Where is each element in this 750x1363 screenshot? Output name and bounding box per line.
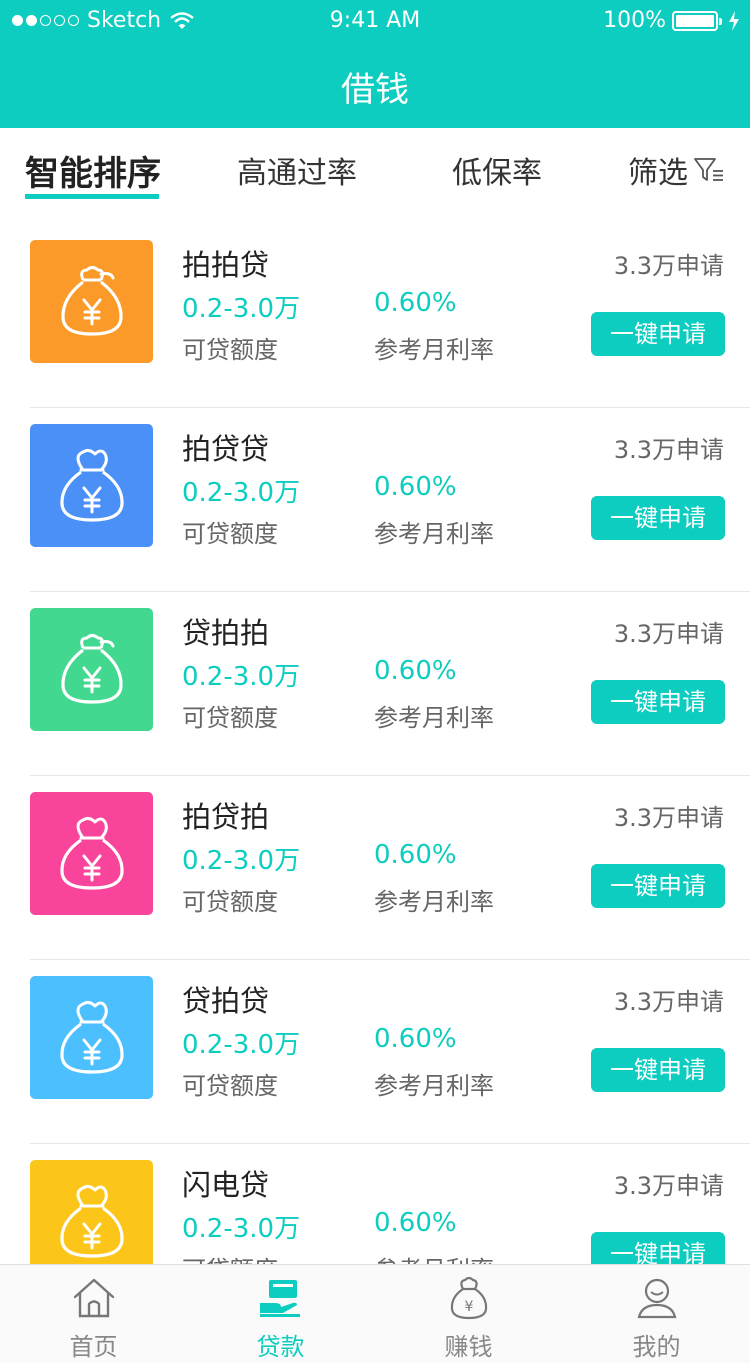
applicant-count: 3.3万申请 [613,804,724,832]
money-bag-icon [60,265,123,336]
loan-rate-label: 参考月利率 [374,888,494,916]
loan-name: 拍拍贷 [182,248,270,282]
loan-amount: 0.2-3.0万 [182,1214,301,1244]
apply-button[interactable]: 一键申请 [591,496,725,540]
battery-percent: 100% [603,8,666,33]
sort-tabs: 智能排序 高通过率 低保率 筛选 [0,128,750,212]
loan-rate: 0.60% [374,288,457,318]
money-bag-icon [60,633,123,704]
loan-rate-label: 参考月利率 [374,336,494,364]
applicant-count: 3.3万申请 [613,988,724,1016]
loan-name: 贷拍贷 [182,984,270,1018]
applicant-count: 3.3万申请 [613,1172,724,1200]
loan-amount-label: 可贷额度 [182,336,278,364]
apply-button[interactable]: 一键申请 [591,312,725,356]
tabbar-home[interactable]: 首页 [0,1265,187,1363]
svg-text:¥: ¥ [464,1299,473,1315]
bottom-tab-bar: 首页 贷款 ¥ 赚钱 我的 [0,1264,750,1363]
loan-rate-label: 参考月利率 [374,1072,494,1100]
loan-rate: 0.60% [374,472,457,502]
loan-amount-label: 可贷额度 [182,1072,278,1100]
loan-name: 贷拍拍 [182,616,270,650]
apply-button[interactable]: 一键申请 [591,864,725,908]
loan-rate-label: 参考月利率 [374,520,494,548]
loan-logo [30,240,153,363]
loan-amount: 0.2-3.0万 [182,846,301,876]
profile-icon [637,1278,676,1319]
loan-rate: 0.60% [374,1208,457,1238]
loan-rate-label: 参考月利率 [374,1250,494,1264]
loan-item[interactable]: 贷拍拍 0.2-3.0万 可贷额度 0.60% 参考月利率 3.3万申请一键申请 [0,592,750,776]
loan-logo [30,424,153,547]
filter-icon[interactable] [693,156,725,184]
tabbar-loan-label: 贷款 [256,1333,305,1361]
charging-icon [729,10,739,31]
loan-rate: 0.60% [374,656,457,686]
loan-item[interactable]: 拍贷贷 0.2-3.0万 可贷额度 0.60% 参考月利率 3.3万申请一键申请 [0,408,750,592]
loan-logo [30,976,153,1099]
money-bag-icon [59,1000,124,1074]
money-bag-icon: ¥ [450,1277,487,1320]
loan-rate-label: 参考月利率 [374,704,494,732]
tab-high-pass-rate[interactable]: 高通过率 [237,148,357,192]
loan-amount: 0.2-3.0万 [182,478,301,508]
loan-amount: 0.2-3.0万 [182,294,301,324]
tabbar-mine-label: 我的 [632,1333,681,1361]
header: Sketch 9:41 AM 100% 借钱 [0,0,750,128]
loan-logo [30,608,153,731]
loan-amount-label: 可贷额度 [182,888,278,916]
apply-button[interactable]: 一键申请 [591,1048,725,1092]
battery-icon [672,10,722,31]
active-tab-indicator [25,194,159,199]
money-bag-icon [59,1184,124,1258]
loan-logo [30,792,153,915]
loan-logo [30,1160,153,1264]
tabbar-loan[interactable]: 贷款 [187,1265,374,1363]
applicant-count: 3.3万申请 [613,252,724,280]
loan-amount-label: 可贷额度 [182,520,278,548]
money-bag-icon [59,448,124,522]
tabbar-mine[interactable]: 我的 [563,1265,750,1363]
apply-button[interactable]: 一键申请 [591,680,725,724]
tab-low-rate[interactable]: 低保率 [452,148,542,192]
loan-list: 拍拍贷 0.2-3.0万 可贷额度 0.60% 参考月利率 3.3万申请 一键申请 拍贷贷 0.… [0,224,750,1264]
loan-item[interactable]: 拍贷拍 0.2-3.0万 可贷额度 0.60% 参考月利率 3.3万申请一键申请 [0,776,750,960]
tab-filter[interactable]: 筛选 [628,148,688,192]
applicant-count: 3.3万申请 [613,620,724,648]
tabbar-home-label: 首页 [69,1333,118,1361]
loan-item[interactable]: 贷拍贷 0.2-3.0万 可贷额度 0.60% 参考月利率 3.3万申请一键申请 [0,960,750,1144]
page-title: 借钱 [341,70,409,110]
loan-name: 拍贷拍 [182,800,270,834]
loan-amount-label: 可贷额度 [182,704,278,732]
status-bar: Sketch 9:41 AM 100% [0,0,750,44]
loan-item[interactable]: 拍拍贷 0.2-3.0万 可贷额度 0.60% 参考月利率 3.3万申请一键申请 [0,224,750,408]
loan-icon [259,1280,300,1317]
apply-button[interactable]: 一键申请 [591,1232,725,1264]
loan-rate: 0.60% [374,840,457,870]
home-icon [73,1278,114,1318]
applicant-count: 3.3万申请 [613,436,724,464]
loan-amount: 0.2-3.0万 [182,662,301,692]
loan-name: 拍贷贷 [182,432,270,466]
tabbar-earn-label: 赚钱 [444,1333,493,1361]
loan-item[interactable]: 闪电贷 0.2-3.0万可贷额度 0.60% 参考月利率 3.3万申请一键申请 [0,1144,750,1264]
tabbar-earn[interactable]: ¥ 赚钱 [375,1265,562,1363]
money-bag-icon [59,816,124,890]
loan-rate: 0.60% [374,1024,457,1054]
tab-smart-sort[interactable]: 智能排序 [25,146,161,195]
loan-amount-label: 可贷额度 [182,1250,278,1264]
loan-name: 闪电贷 [182,1168,270,1202]
loan-amount: 0.2-3.0万 [182,1030,301,1060]
